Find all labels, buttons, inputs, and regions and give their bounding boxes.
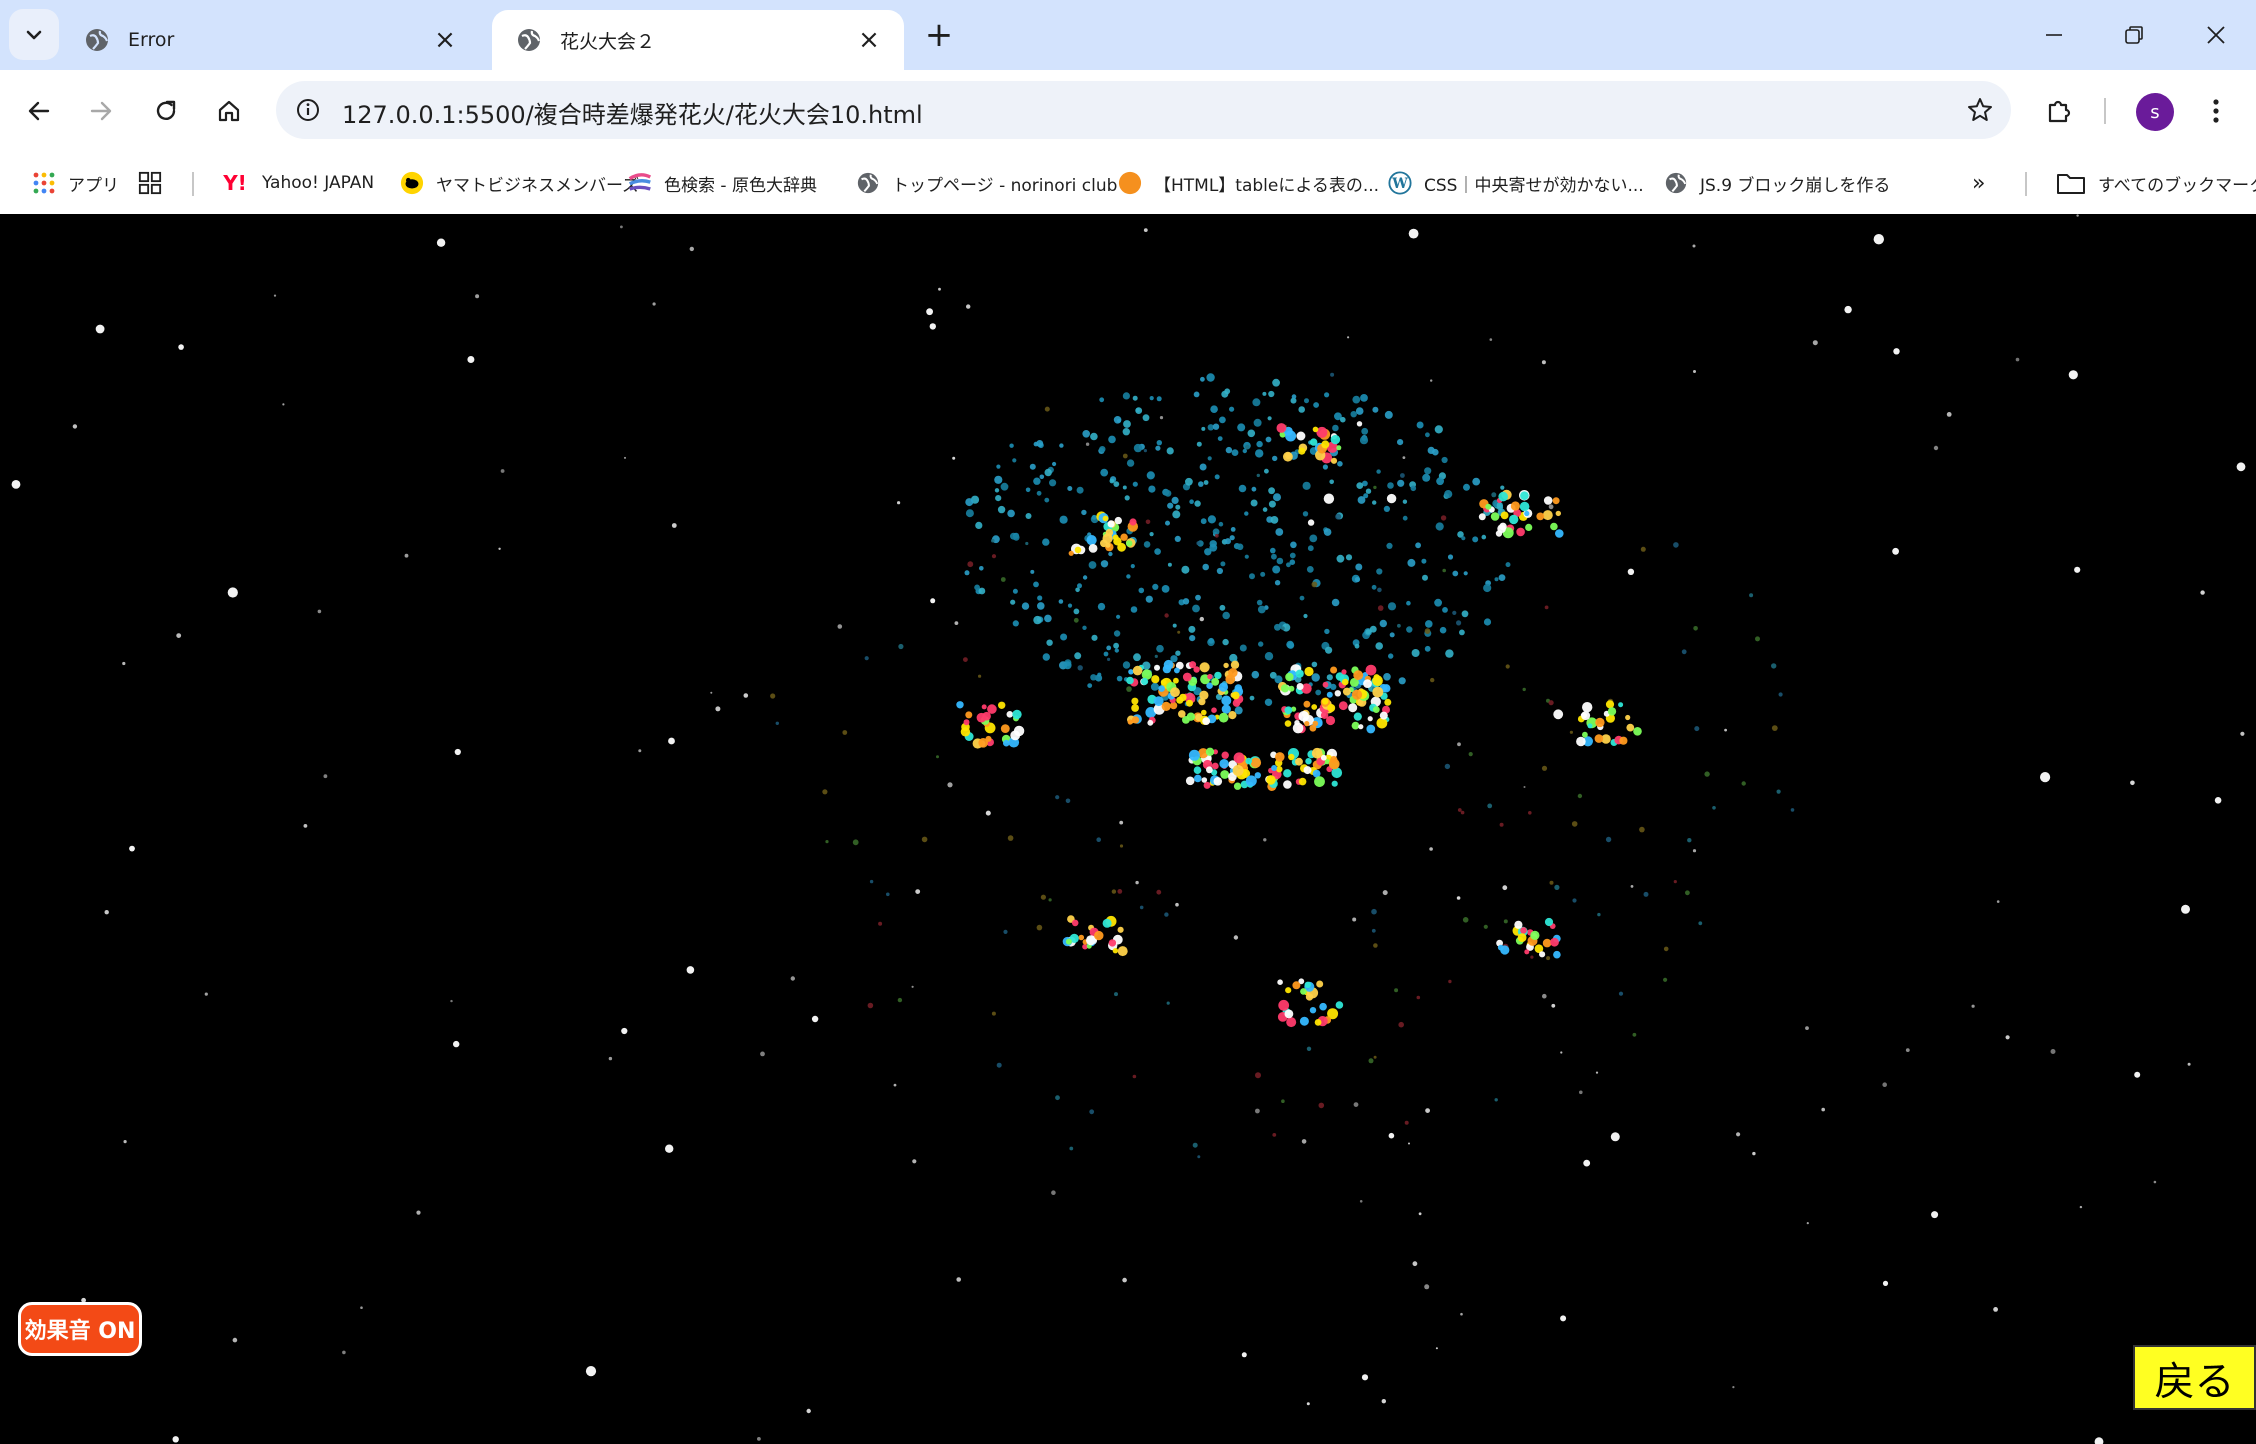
yahoo-icon: Y!	[223, 171, 247, 195]
bookmark-apps[interactable]: アプリ	[32, 167, 119, 199]
arrow-right-icon	[90, 101, 112, 121]
orange-circle-icon	[1118, 171, 1142, 195]
home-icon	[218, 100, 240, 122]
kebab-menu-icon	[2213, 99, 2219, 123]
tab-search-button[interactable]	[9, 9, 59, 60]
color-icon	[628, 171, 652, 195]
restore-button[interactable]	[2094, 0, 2174, 70]
bookmark-norinori[interactable]: トップページ - norinori club	[856, 167, 1117, 199]
bookmark-label: 【HTML】tableによる表の...	[1154, 175, 1380, 196]
minimize-icon	[2046, 34, 2062, 36]
address-bar[interactable]: 127.0.0.1:5500/複合時差爆発花火/花火大会10.html	[276, 81, 2011, 139]
bookmark-label: JS.9 ブロック崩しを作る	[1700, 175, 1891, 196]
address-url[interactable]: 127.0.0.1:5500/複合時差爆発花火/花火大会10.html	[342, 95, 923, 130]
all-bookmarks-folder[interactable]: すべてのブックマーク	[2056, 167, 2256, 199]
close-icon	[2207, 26, 2225, 44]
profile-avatar[interactable]: s	[2136, 93, 2174, 131]
minimize-button[interactable]	[2014, 0, 2094, 70]
bookmark-label: トップページ - norinori club	[892, 175, 1118, 196]
close-icon[interactable]: ×	[430, 25, 460, 55]
bookmark-css-center[interactable]: W CSS｜中央寄せが効かない...	[1388, 167, 1644, 199]
new-tab-button[interactable]: +	[918, 14, 960, 56]
bookmark-color-search[interactable]: 色検索 - 原色大辞典	[628, 167, 817, 199]
bookmark-label: すべてのブックマーク	[2098, 175, 2256, 196]
bookmark-breakout[interactable]: JS.9 ブロック崩しを作る	[1664, 167, 1890, 199]
tab-error[interactable]: Error ×	[60, 10, 480, 70]
back-nav-button[interactable]	[18, 90, 60, 132]
back-button[interactable]: 戻る	[2133, 1345, 2256, 1410]
home-button[interactable]	[208, 90, 250, 132]
forward-nav-button[interactable]	[80, 90, 122, 132]
double-chevron-right-icon: »	[1972, 170, 1986, 196]
bookmark-divider	[2025, 172, 2027, 196]
tab-strip: Error × 花火大会２ × +	[0, 0, 2256, 70]
bookmark-label: Yahoo! JAPAN	[262, 173, 375, 193]
bookmark-label: 色検索 - 原色大辞典	[664, 175, 817, 196]
bookmark-label: アプリ	[68, 175, 119, 196]
reload-button[interactable]	[145, 90, 187, 132]
apps-grid-icon	[32, 171, 56, 195]
folder-icon	[2056, 171, 2086, 195]
site-info-icon[interactable]	[290, 92, 326, 128]
tab-title: 花火大会２	[560, 30, 656, 53]
arrow-left-icon	[28, 101, 50, 121]
sound-toggle-button[interactable]: 効果音 ON	[18, 1302, 142, 1356]
browser-toolbar: 127.0.0.1:5500/複合時差爆発花火/花火大会10.html s	[0, 70, 2256, 152]
extensions-button[interactable]	[2038, 90, 2080, 132]
bookmark-yamato[interactable]: ヤマトビジネスメンバーズ	[400, 167, 639, 199]
tab-title: Error	[128, 29, 175, 51]
restore-icon	[2125, 26, 2143, 44]
puzzle-icon	[2048, 100, 2071, 123]
bookmark-star-icon[interactable]	[1963, 93, 1997, 127]
tab-fireworks[interactable]: 花火大会２ ×	[492, 10, 904, 70]
bookmark-divider	[192, 172, 194, 196]
globe-icon	[518, 29, 541, 51]
reload-icon	[156, 100, 176, 120]
globe-icon	[856, 171, 880, 195]
yamato-icon	[400, 171, 424, 195]
bookmark-tab-groups[interactable]	[138, 167, 174, 199]
bookmarks-bar: アプリ Y! Yahoo! JAPAN ヤマトビジネスメンバーズ 色検索 - 原…	[0, 152, 2256, 215]
globe-icon	[86, 29, 109, 51]
bookmark-yahoo[interactable]: Y! Yahoo! JAPAN	[220, 167, 374, 199]
close-icon[interactable]: ×	[854, 25, 884, 55]
svg-text:W: W	[1391, 176, 1408, 192]
bookmark-label: CSS｜中央寄せが効かない...	[1424, 175, 1644, 196]
bookmark-html-table[interactable]: 【HTML】tableによる表の...	[1118, 167, 1379, 199]
fireworks-particles	[11, 214, 2246, 1444]
menu-button[interactable]	[2195, 90, 2237, 132]
chevron-down-icon	[26, 30, 42, 39]
globe-icon	[1664, 171, 1688, 195]
bookmark-label: ヤマトビジネスメンバーズ	[436, 175, 640, 196]
bookmark-overflow-button[interactable]: »	[1972, 167, 1985, 199]
close-window-button[interactable]	[2176, 0, 2256, 70]
toolbar-divider	[2104, 98, 2106, 124]
fireworks-canvas[interactable]: 効果音 ON 戻る	[0, 214, 2256, 1444]
tab-groups-icon	[138, 171, 162, 195]
wordpress-icon: W	[1388, 171, 1412, 195]
